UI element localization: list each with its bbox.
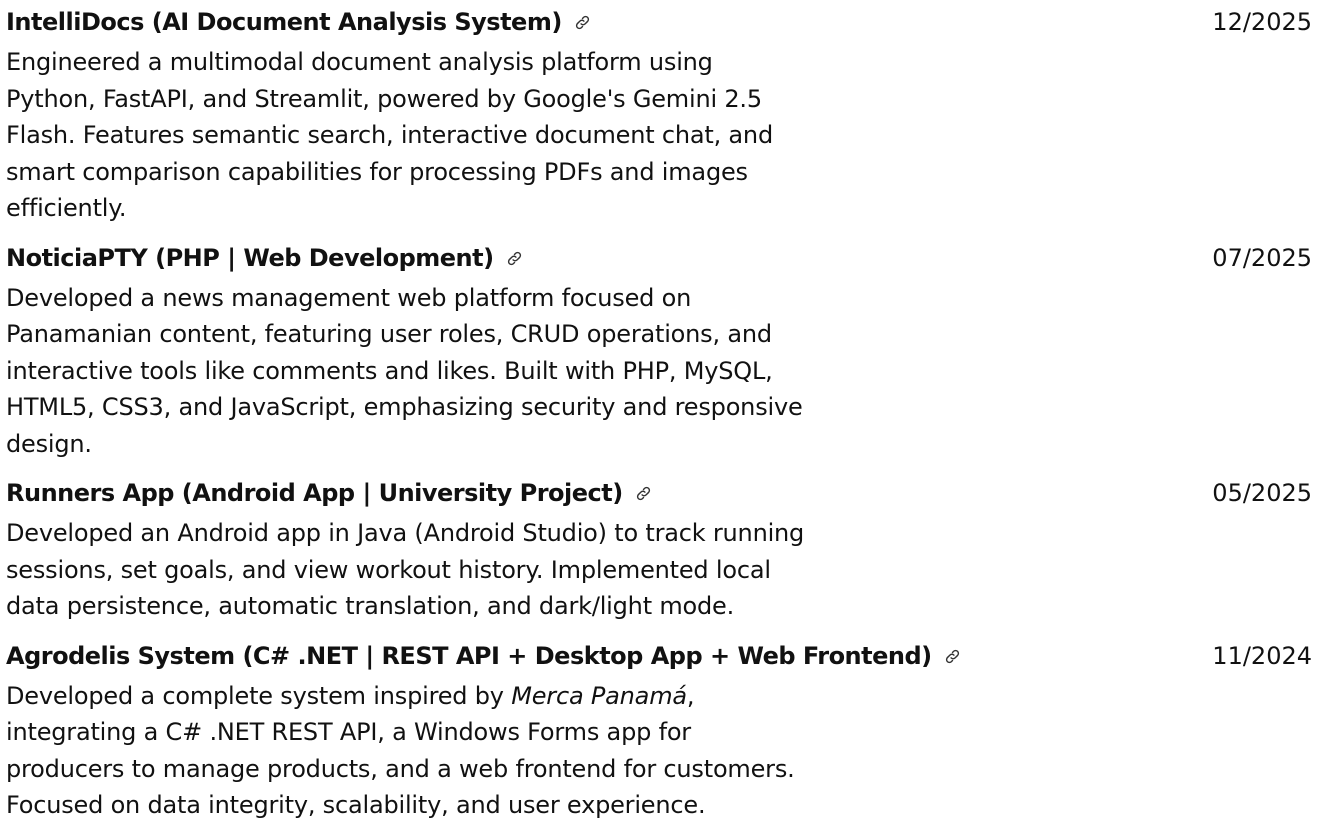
project-entry-noticiapty: NoticiaPTY (PHP | Web Development) 07/20… <box>6 244 1318 463</box>
project-date: 12/2025 <box>1212 8 1312 36</box>
project-title-wrap: Agrodelis System (C# .NET | REST API + D… <box>6 642 961 670</box>
project-date: 07/2025 <box>1212 243 1312 272</box>
project-title: Agrodelis System (C# .NET | REST API + D… <box>6 641 932 670</box>
project-description: Developed a news management web platform… <box>6 283 803 458</box>
description-text: Developed a complete system inspired by <box>6 681 512 710</box>
project-title-wrap: Runners App (Android App | University Pr… <box>6 479 652 507</box>
project-header: Runners App (Android App | University Pr… <box>6 479 1318 515</box>
link-icon[interactable] <box>944 648 961 665</box>
project-description: Developed an Android app in Java (Androi… <box>6 519 805 620</box>
project-title: IntelliDocs (AI Document Analysis System… <box>6 8 562 36</box>
link-icon[interactable] <box>506 250 523 267</box>
project-entry-intellidocs: IntelliDocs (AI Document Analysis System… <box>6 8 1318 227</box>
project-title-wrap: NoticiaPTY (PHP | Web Development) <box>6 244 523 272</box>
project-header: Agrodelis System (C# .NET | REST API + D… <box>6 642 1318 678</box>
project-header: IntelliDocs (AI Document Analysis System… <box>6 8 1318 44</box>
description-italic-text: Merca Panamá <box>511 681 687 710</box>
project-description: Developed a complete system inspired by … <box>6 678 806 824</box>
project-title-wrap: IntelliDocs (AI Document Analysis System… <box>6 8 591 36</box>
project-date: 05/2025 <box>1212 479 1312 507</box>
project-header: NoticiaPTY (PHP | Web Development) 07/20… <box>6 244 1318 280</box>
projects-section: IntelliDocs (AI Document Analysis System… <box>0 0 1318 824</box>
project-date: 11/2024 <box>1212 641 1312 670</box>
project-entry-runners-app: Runners App (Android App | University Pr… <box>6 479 1318 625</box>
link-icon[interactable] <box>635 485 652 502</box>
project-title: Runners App (Android App | University Pr… <box>6 479 623 507</box>
project-entry-agrodelis: Agrodelis System (C# .NET | REST API + D… <box>6 642 1318 824</box>
project-description: Engineered a multimodal document analysi… <box>6 48 773 222</box>
project-title: NoticiaPTY (PHP | Web Development) <box>6 243 494 272</box>
link-icon[interactable] <box>574 14 591 31</box>
